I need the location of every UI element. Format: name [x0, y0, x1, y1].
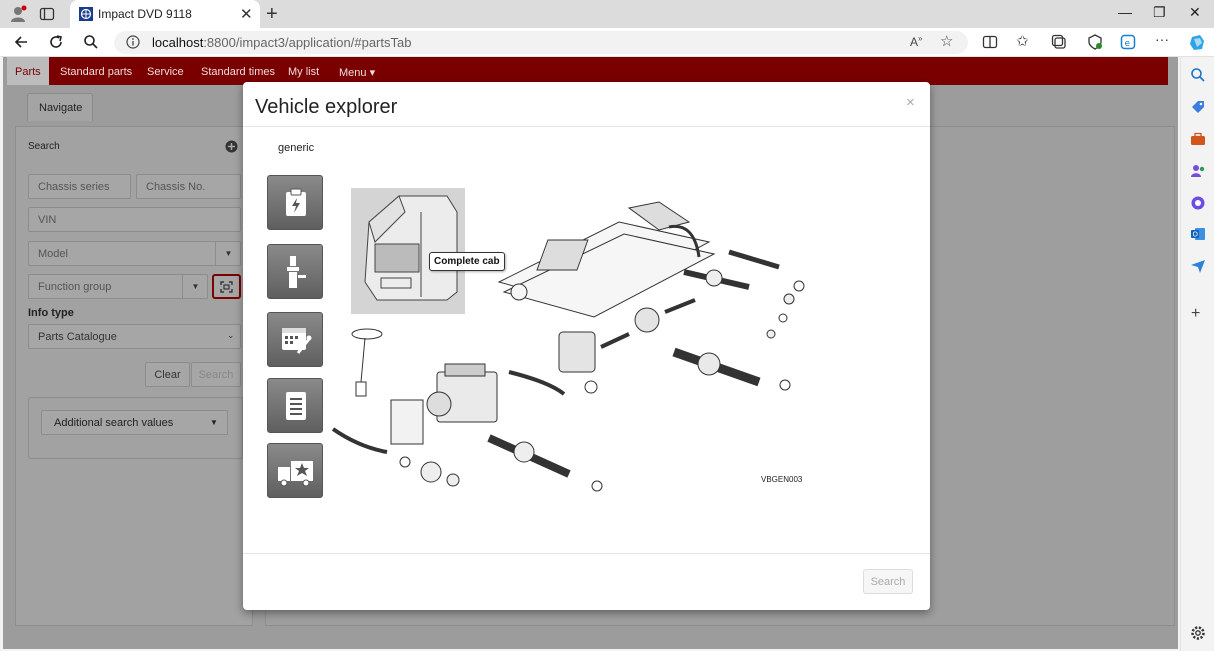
refresh-icon[interactable] [47, 33, 65, 51]
additional-search-label: Additional search values [54, 417, 174, 429]
site-favicon-icon [79, 7, 93, 21]
search-panel: Search Chassis series Chassis No. VIN Mo… [15, 126, 253, 626]
clear-button[interactable]: Clear [145, 362, 190, 387]
calendar-wrench-icon [282, 328, 312, 354]
search-icon[interactable] [82, 33, 100, 51]
tab-navigate[interactable]: Navigate [27, 93, 93, 121]
model-placeholder: Model [38, 248, 68, 260]
address-bar-row: localhost:8800/impact3/application/#part… [0, 28, 1214, 57]
diagram-code: VBGEN003 [761, 475, 803, 484]
browser-tab-strip: Impact DVD 9118 ✕ + — ❐ ✕ [0, 0, 1214, 28]
cab-part[interactable] [351, 188, 465, 314]
browser-essentials-icon[interactable] [1087, 34, 1103, 50]
sidebar-m365-icon[interactable] [1190, 195, 1206, 211]
vehicle-explorer-modal: Vehicle explorer × generic VBGEN003 Comp… [243, 82, 930, 610]
split-screen-icon[interactable] [982, 34, 998, 50]
favorite-star-icon[interactable]: ☆ [940, 32, 956, 50]
sidebar-tools-icon[interactable] [1190, 131, 1206, 147]
model-caret-icon[interactable]: ▼ [215, 242, 241, 265]
additional-search-values-button[interactable]: Additional search values ▼ [41, 410, 228, 435]
model-select[interactable]: Model ▼ [28, 241, 241, 266]
tab-title: Impact DVD 9118 [98, 7, 192, 21]
profile-icon[interactable] [9, 5, 27, 23]
modal-footer-divider [243, 553, 930, 554]
calendar-service-button[interactable] [267, 312, 323, 367]
read-aloud-icon[interactable]: A» [910, 34, 926, 50]
favorites-icon[interactable]: ✩ [1016, 32, 1032, 50]
tab-close-icon[interactable]: ✕ [240, 5, 253, 23]
browser-tab[interactable]: Impact DVD 9118 ✕ [70, 0, 260, 28]
nav-service[interactable]: Service [147, 66, 184, 78]
info-type-select[interactable]: Parts Catalogue ⌄ [28, 324, 241, 349]
scan-icon [220, 281, 233, 293]
app-navbar: Parts Standard parts Service Standard ti… [7, 57, 1168, 85]
rear-axle-part[interactable] [683, 249, 805, 339]
sidebar-search-icon[interactable] [1190, 67, 1206, 83]
site-info-icon[interactable] [126, 35, 140, 49]
function-group-placeholder: Function group [38, 281, 112, 293]
front-axle-part[interactable] [331, 427, 603, 492]
component-button[interactable] [267, 244, 323, 299]
complete-cab-tooltip: Complete cab [429, 252, 505, 271]
tab-actions-icon[interactable] [39, 6, 55, 22]
chassis-frame-part[interactable] [497, 201, 716, 318]
additional-caret-icon: ▼ [210, 418, 218, 427]
function-group-select[interactable]: Function group ▼ [28, 274, 208, 299]
vehicle-exploded-diagram[interactable]: VBGEN003 [329, 182, 809, 517]
info-type-label: Info type [28, 307, 74, 319]
url-text: localhost:8800/impact3/application/#part… [152, 35, 412, 50]
info-type-chevron-icon: ⌄ [227, 330, 235, 340]
sidebar-add-icon[interactable]: + [1191, 305, 1207, 322]
sidebar-send-icon[interactable] [1190, 258, 1206, 274]
copilot-edge-icon[interactable]: e [1120, 34, 1136, 50]
nav-standard-parts[interactable]: Standard parts [60, 66, 132, 78]
modal-close-icon[interactable]: × [906, 94, 915, 111]
chassis-series-input[interactable]: Chassis series [28, 174, 131, 199]
truck-star-icon [278, 461, 313, 487]
url-field[interactable]: localhost:8800/impact3/application/#part… [114, 31, 968, 54]
nav-standard-times[interactable]: Standard times [201, 66, 275, 78]
document-button[interactable] [267, 378, 323, 433]
nav-parts[interactable]: Parts [7, 57, 49, 85]
svg-text:e: e [1125, 39, 1131, 49]
new-tab-icon[interactable]: + [266, 3, 278, 26]
nav-my-list[interactable]: My list [288, 66, 319, 78]
window-close-icon[interactable]: ✕ [1189, 4, 1201, 21]
sidebar-shopping-icon[interactable] [1190, 99, 1206, 115]
add-circle-icon[interactable] [225, 140, 238, 153]
engine-part[interactable] [390, 363, 566, 445]
truck-favorite-button[interactable] [267, 443, 323, 498]
edge-sidebar: O + [1180, 57, 1214, 651]
spring-strut-icon [287, 256, 306, 288]
additional-search-box: Additional search values ▼ [28, 397, 243, 459]
electrical-button[interactable] [267, 175, 323, 230]
modal-title: Vehicle explorer [255, 96, 398, 118]
sidebar-people-icon[interactable] [1190, 163, 1206, 179]
generic-label: generic [278, 142, 315, 154]
modal-search-button[interactable]: Search [863, 569, 913, 594]
nav-menu[interactable]: Menu ▾ [339, 66, 375, 79]
svg-text:O: O [1193, 231, 1199, 239]
back-icon[interactable] [12, 33, 30, 51]
search-label: Search [28, 141, 60, 152]
info-type-value: Parts Catalogue [38, 331, 117, 343]
drive-axle-part[interactable] [672, 347, 791, 391]
restore-icon[interactable]: ❐ [1153, 4, 1166, 21]
clipboard-lightning-icon [286, 188, 306, 216]
search-button[interactable]: Search [191, 362, 241, 387]
document-list-icon [286, 392, 306, 420]
modal-header-divider [243, 126, 930, 127]
vehicle-explorer-button[interactable] [212, 274, 241, 299]
more-options-icon[interactable]: ··· [1155, 31, 1171, 47]
copilot-icon[interactable] [1188, 33, 1207, 52]
sidebar-settings-icon[interactable] [1190, 625, 1206, 641]
collections-icon[interactable] [1051, 34, 1067, 50]
sidebar-outlook-icon[interactable]: O [1190, 226, 1206, 242]
function-group-caret-icon[interactable]: ▼ [182, 275, 208, 298]
chassis-no-input[interactable]: Chassis No. [136, 174, 241, 199]
minimize-icon[interactable]: — [1118, 4, 1132, 20]
vin-input[interactable]: VIN [28, 207, 241, 232]
